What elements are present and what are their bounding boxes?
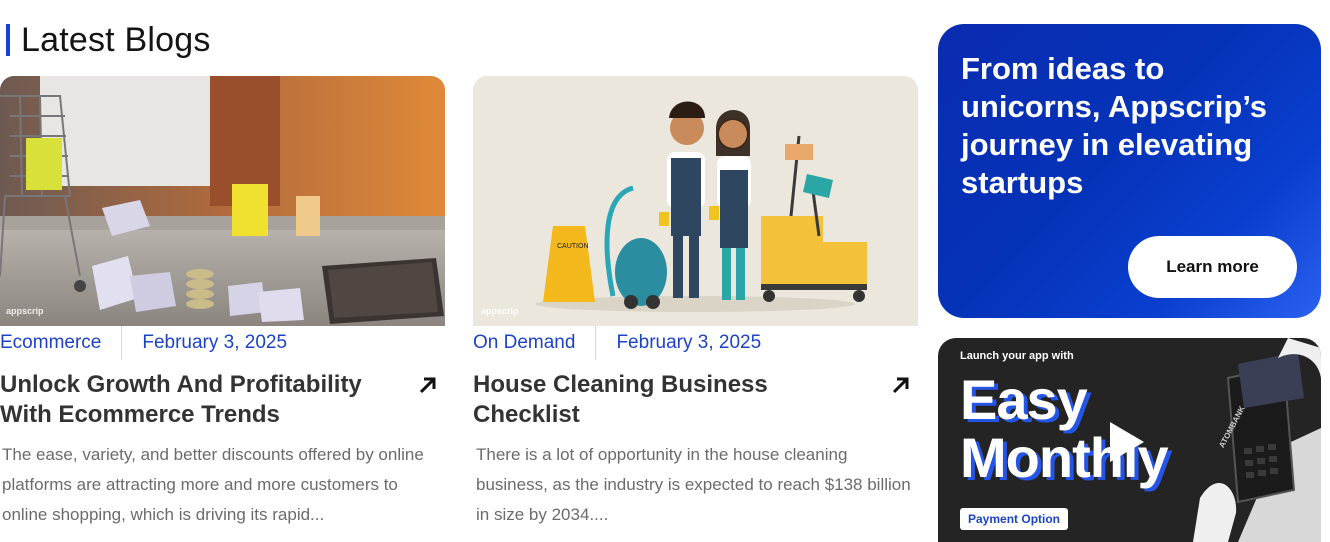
play-icon[interactable]: [1110, 422, 1144, 462]
post-date: February 3, 2025: [142, 332, 288, 353]
payment-ad-banner[interactable]: ATOMBANK Launch your app with Easy Month…: [938, 338, 1321, 542]
title-accent-bar: [6, 24, 10, 56]
post-title-row[interactable]: Unlock Growth And Profitability With Eco…: [0, 370, 445, 430]
post-category[interactable]: Ecommerce: [0, 326, 123, 360]
arrow-up-right-icon[interactable]: [417, 374, 439, 396]
post-category[interactable]: On Demand: [473, 326, 597, 360]
thumbnail-watermark: appscrip: [481, 306, 519, 316]
ad-headline-line1: Easy: [960, 368, 1088, 431]
blog-card[interactable]: appscrip Ecommerce February 3, 2025 Unlo…: [0, 76, 445, 530]
post-excerpt: The ease, variety, and better discounts …: [2, 445, 424, 524]
post-title[interactable]: Unlock Growth And Profitability With Eco…: [0, 370, 385, 430]
post-title[interactable]: House Cleaning Business Checklist: [473, 370, 858, 430]
blog-thumbnail-cleaning[interactable]: CAUTION appscrip: [473, 76, 918, 326]
blog-thumbnail-ecommerce[interactable]: appscrip: [0, 76, 445, 326]
post-meta: Ecommerce February 3, 2025: [0, 326, 445, 360]
promo-heading: From ideas to unicorns, Appscrip’s journ…: [961, 51, 1268, 200]
svg-text:CAUTION: CAUTION: [557, 243, 589, 250]
post-title-row[interactable]: House Cleaning Business Checklist: [473, 370, 918, 430]
payment-option-badge: Payment Option: [960, 508, 1069, 530]
post-date: February 3, 2025: [616, 332, 762, 353]
arrow-up-right-icon[interactable]: [890, 374, 912, 396]
post-meta: On Demand February 3, 2025: [473, 326, 918, 360]
ad-kicker: Launch your app with: [960, 350, 1074, 362]
learn-more-button[interactable]: Learn more: [1128, 236, 1297, 298]
page-title: Latest Blogs: [21, 20, 211, 59]
blog-card[interactable]: CAUTION appscrip On Demand February 3, 2…: [473, 76, 918, 530]
thumbnail-watermark: appscrip: [6, 306, 44, 316]
post-excerpt: There is a lot of opportunity in the hou…: [476, 445, 911, 524]
section-header: Latest Blogs: [6, 20, 211, 59]
promo-banner[interactable]: From ideas to unicorns, Appscrip’s journ…: [938, 24, 1321, 318]
